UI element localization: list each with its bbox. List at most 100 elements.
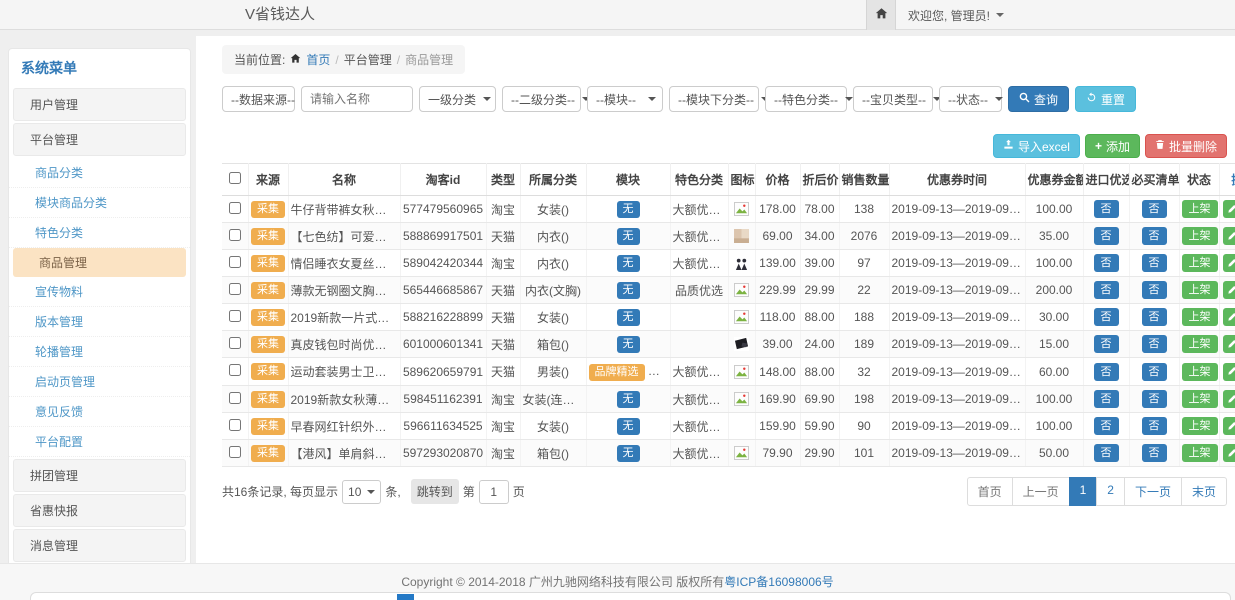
sidebar-item-message-mgmt[interactable]: 消息管理	[13, 529, 186, 562]
import-toggle-button[interactable]: 否	[1094, 281, 1119, 299]
row-checkbox[interactable]	[229, 202, 241, 214]
status-button[interactable]: 上架	[1182, 390, 1218, 408]
row-checkbox[interactable]	[229, 229, 241, 241]
module-select[interactable]: --模块--	[587, 86, 663, 112]
sidebar-item-module-product-category[interactable]: 模块商品分类	[9, 188, 190, 218]
status-button[interactable]: 上架	[1182, 281, 1218, 299]
item-type-select[interactable]: --宝贝类型--	[853, 86, 933, 112]
pager-next[interactable]: 下一页	[1124, 477, 1182, 506]
feature-category: 大额优惠券	[670, 413, 728, 440]
import-toggle-button[interactable]: 否	[1094, 417, 1119, 435]
sidebar-item-promo-material[interactable]: 宣传物料	[9, 277, 190, 307]
jump-button[interactable]: 跳转到	[411, 479, 459, 504]
pager-last[interactable]: 末页	[1181, 477, 1227, 506]
data-source-select[interactable]: --数据来源--	[222, 86, 295, 112]
row-checkbox[interactable]	[229, 310, 241, 322]
home-button[interactable]	[866, 0, 896, 30]
import-toggle-button[interactable]: 否	[1094, 200, 1119, 218]
status-button[interactable]: 上架	[1182, 335, 1218, 353]
module-sub-select[interactable]: --模块下分类--	[669, 86, 759, 112]
sidebar-item-product-mgmt[interactable]: 商品管理	[13, 248, 186, 277]
row-checkbox[interactable]	[229, 392, 241, 404]
row-checkbox[interactable]	[229, 283, 241, 295]
icp-link[interactable]: 粤ICP备16098006号	[724, 575, 833, 589]
import-toggle-button[interactable]: 否	[1094, 444, 1119, 462]
pager-prev[interactable]: 上一页	[1012, 477, 1070, 506]
edit-button[interactable]	[1223, 417, 1235, 435]
must-buy-toggle-button[interactable]: 否	[1142, 417, 1167, 435]
reset-button[interactable]: 重置	[1075, 86, 1136, 112]
must-buy-toggle-button[interactable]: 否	[1142, 200, 1167, 218]
sidebar-item-platform-config[interactable]: 平台配置	[9, 427, 190, 457]
taoke-id: 565446685867	[400, 277, 486, 304]
status-select[interactable]: --状态--	[939, 86, 1002, 112]
must-buy-toggle-button[interactable]: 否	[1142, 227, 1167, 245]
status-button[interactable]: 上架	[1182, 417, 1218, 435]
sidebar-item-version-mgmt[interactable]: 版本管理	[9, 307, 190, 337]
status-button[interactable]: 上架	[1182, 254, 1218, 272]
sidebar-item-group-buy-mgmt[interactable]: 拼团管理	[13, 459, 186, 492]
import-excel-button[interactable]: 导入excel	[993, 134, 1080, 158]
row-checkbox[interactable]	[229, 256, 241, 268]
feature-category: 品质优选	[670, 277, 728, 304]
import-toggle-button[interactable]: 否	[1094, 308, 1119, 326]
breadcrumb-home-link[interactable]: 首页	[306, 51, 330, 68]
must-buy-toggle-button[interactable]: 否	[1142, 281, 1167, 299]
product-thumbnail	[734, 337, 749, 351]
status-button[interactable]: 上架	[1182, 363, 1218, 381]
import-toggle-button[interactable]: 否	[1094, 390, 1119, 408]
batch-delete-button[interactable]: 批量删除	[1145, 134, 1227, 158]
edit-button[interactable]	[1223, 363, 1235, 381]
must-buy-toggle-button[interactable]: 否	[1142, 444, 1167, 462]
sidebar-item-splash-mgmt[interactable]: 启动页管理	[9, 367, 190, 397]
edit-button[interactable]	[1223, 308, 1235, 326]
edit-button[interactable]	[1223, 281, 1235, 299]
import-toggle-button[interactable]: 否	[1094, 363, 1119, 381]
pager-page-1[interactable]: 1	[1069, 477, 1098, 506]
pager-page-2[interactable]: 2	[1096, 477, 1125, 506]
status-button[interactable]: 上架	[1182, 227, 1218, 245]
status-button[interactable]: 上架	[1182, 200, 1218, 218]
product-name: 运动套装男士卫衣初秋...	[288, 358, 400, 386]
must-buy-toggle-button[interactable]: 否	[1142, 308, 1167, 326]
status-button[interactable]: 上架	[1182, 308, 1218, 326]
select-all-checkbox[interactable]	[229, 172, 241, 184]
sidebar-item-feature-category[interactable]: 特色分类	[9, 218, 190, 248]
import-toggle-button[interactable]: 否	[1094, 227, 1119, 245]
edit-button[interactable]	[1223, 227, 1235, 245]
sidebar-item-express-news[interactable]: 省惠快报	[13, 494, 186, 527]
sidebar-item-carousel-mgmt[interactable]: 轮播管理	[9, 337, 190, 367]
col-sales: 销售数量	[839, 164, 889, 196]
edit-button[interactable]	[1223, 254, 1235, 272]
name-search-input[interactable]	[301, 86, 413, 112]
row-checkbox[interactable]	[229, 337, 241, 349]
import-toggle-button[interactable]: 否	[1094, 335, 1119, 353]
add-button[interactable]: + 添加	[1085, 134, 1140, 158]
sidebar-item-feedback[interactable]: 意见反馈	[9, 397, 190, 427]
category1-select[interactable]: 一级分类	[419, 86, 496, 112]
must-buy-toggle-button[interactable]: 否	[1142, 390, 1167, 408]
must-buy-toggle-button[interactable]: 否	[1142, 335, 1167, 353]
pager-first[interactable]: 首页	[967, 477, 1013, 506]
edit-button[interactable]	[1223, 200, 1235, 218]
row-checkbox[interactable]	[229, 419, 241, 431]
edit-button[interactable]	[1223, 444, 1235, 462]
edit-button[interactable]	[1223, 390, 1235, 408]
row-checkbox[interactable]	[229, 364, 241, 376]
import-toggle-button[interactable]: 否	[1094, 254, 1119, 272]
must-buy-toggle-button[interactable]: 否	[1142, 363, 1167, 381]
status-button[interactable]: 上架	[1182, 444, 1218, 462]
edit-button[interactable]	[1223, 335, 1235, 353]
sales-count: 138	[839, 196, 889, 223]
sidebar-item-platform-mgmt[interactable]: 平台管理	[13, 123, 186, 156]
sidebar-item-user-mgmt[interactable]: 用户管理	[13, 88, 186, 121]
sidebar-item-product-category[interactable]: 商品分类	[9, 158, 190, 188]
row-checkbox[interactable]	[229, 446, 241, 458]
search-button[interactable]: 查询	[1008, 86, 1069, 112]
category2-select[interactable]: --二级分类--	[502, 86, 581, 112]
must-buy-toggle-button[interactable]: 否	[1142, 254, 1167, 272]
per-page-select[interactable]: 10	[342, 480, 381, 504]
feature-category-select[interactable]: --特色分类--	[765, 86, 847, 112]
user-menu[interactable]: 欢迎您, 管理员!	[896, 0, 1016, 30]
page-number-input[interactable]	[479, 480, 509, 504]
